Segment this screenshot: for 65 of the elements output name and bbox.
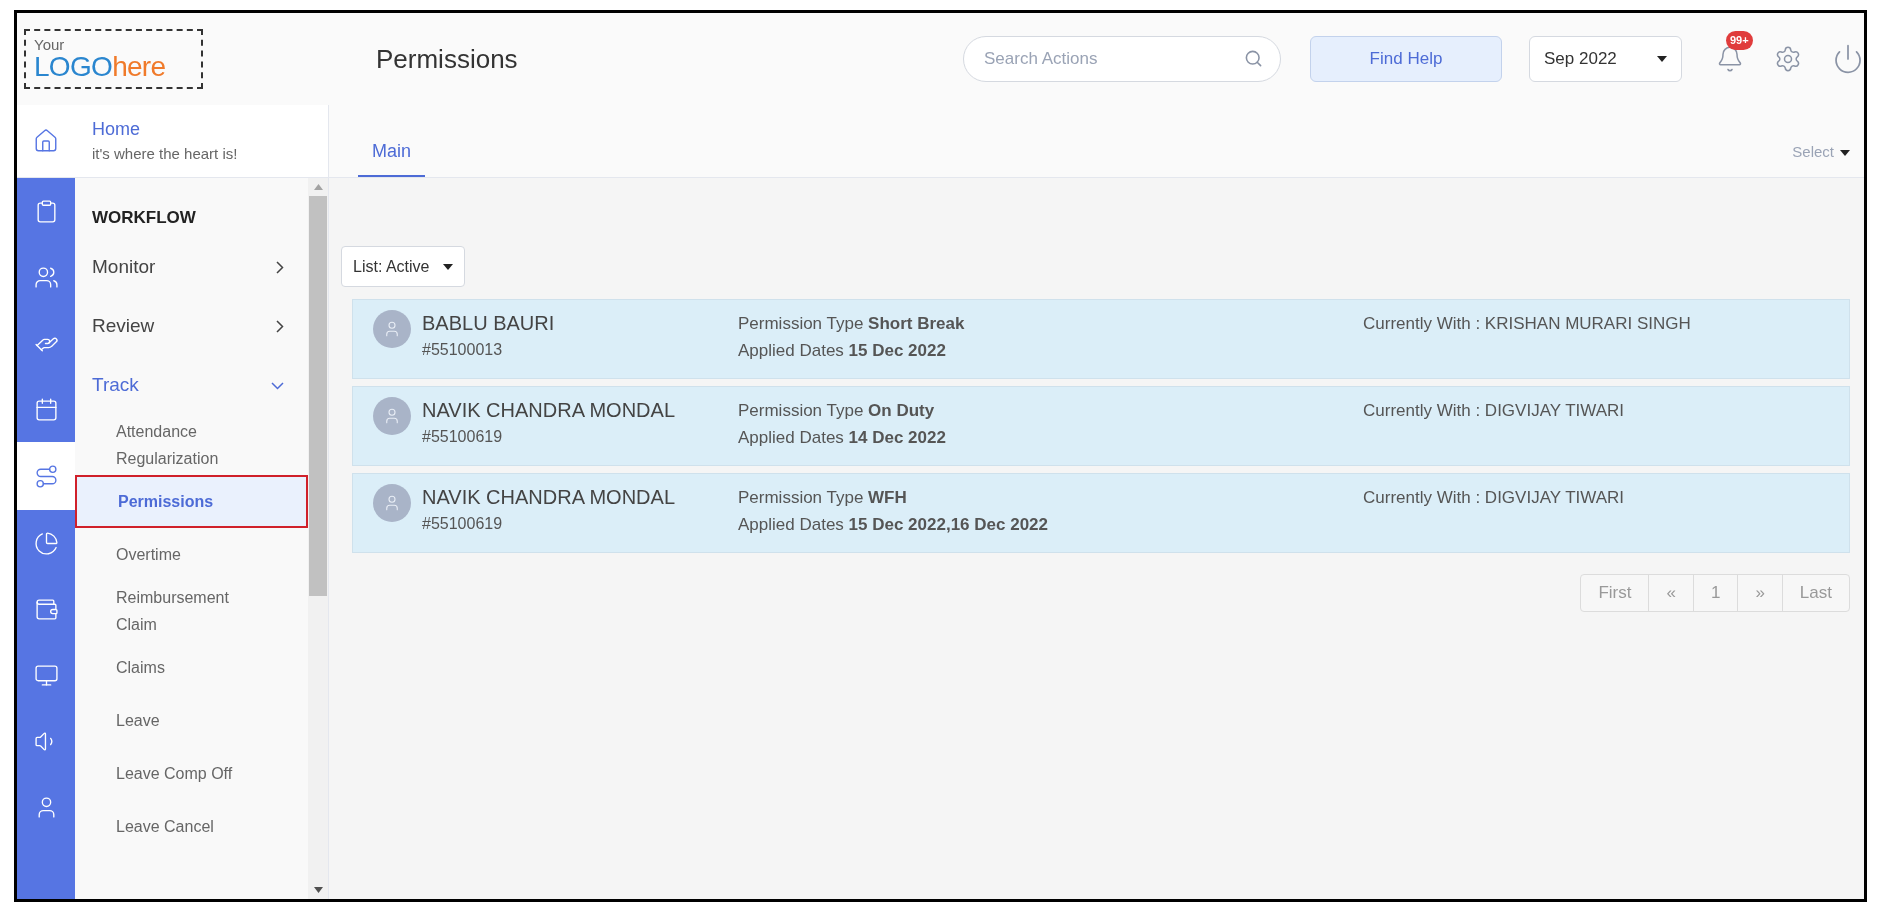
record-card[interactable]: NAVIK CHANDRA MONDAL #55100619 Permission Type WFH Applied Dates 15 Dec 2022,16 Dec 2022 Currently With : DIGVIJAY TIWARI bbox=[352, 473, 1850, 553]
notification-bell-icon[interactable] bbox=[1716, 45, 1744, 73]
applied-dates: Applied Dates 15 Dec 2022 bbox=[738, 340, 947, 362]
find-help-button[interactable]: Find Help bbox=[1310, 36, 1502, 82]
caret-icon bbox=[443, 263, 454, 270]
submenu-item[interactable]: Leave Comp Off bbox=[75, 747, 308, 800]
record-card[interactable]: BABLU BAURI #55100013 Permission Type Short Break Applied Dates 15 Dec 2022 Currently With : KRISHAN MURARI SINGH bbox=[352, 299, 1850, 379]
permission-type: Permission Type WFH bbox=[738, 487, 908, 509]
caret-icon bbox=[1657, 56, 1667, 62]
period-dropdown[interactable]: Sep 2022 bbox=[1529, 36, 1682, 82]
scroll-down-arrow-icon[interactable] bbox=[313, 887, 323, 893]
submenu-item[interactable]: Reimbursement Claim bbox=[75, 581, 308, 641]
submenu-item[interactable]: Claims bbox=[75, 641, 308, 694]
employee-name: NAVIK CHANDRA MONDAL bbox=[422, 398, 676, 423]
employee-id: #55100013 bbox=[422, 340, 504, 360]
submenu-item[interactable]: Attendance Regularization bbox=[75, 415, 308, 475]
search-field[interactable]: Search Actions bbox=[963, 36, 1281, 82]
chevron-right-icon bbox=[276, 261, 284, 274]
monitor-icon bbox=[33, 662, 59, 688]
home-subtitle: it's where the heart is! bbox=[92, 144, 238, 165]
home-link[interactable]: Home it's where the heart is! bbox=[17, 105, 328, 178]
search-icon[interactable] bbox=[1244, 49, 1263, 68]
scrollbar[interactable] bbox=[308, 178, 328, 899]
submenu-item[interactable]: Leave Cancel bbox=[75, 800, 308, 853]
currently-with: Currently With : KRISHAN MURARI SINGH bbox=[1363, 313, 1691, 335]
employee-name: NAVIK CHANDRA MONDAL bbox=[422, 485, 676, 510]
home-icon bbox=[33, 128, 59, 154]
power-icon[interactable] bbox=[1832, 43, 1864, 75]
currently-with: Currently With : DIGVIJAY TIWARI bbox=[1363, 487, 1625, 509]
submenu-item[interactable]: Overtime bbox=[75, 528, 308, 581]
caret-icon bbox=[1840, 149, 1850, 156]
avatar bbox=[373, 397, 411, 435]
employee-id: #55100619 bbox=[422, 514, 504, 534]
submenu-item[interactable]: Permissions bbox=[75, 475, 308, 528]
chevron-right-icon bbox=[276, 320, 284, 333]
page-title: Permissions bbox=[375, 42, 519, 76]
wallet-icon bbox=[33, 596, 59, 622]
avatar bbox=[373, 484, 411, 522]
chevron-down-icon bbox=[271, 381, 284, 390]
submenu-item[interactable]: Leave bbox=[75, 694, 308, 747]
users-icon bbox=[33, 264, 59, 290]
home-title: Home bbox=[92, 118, 141, 142]
avatar bbox=[373, 310, 411, 348]
record-card[interactable]: NAVIK CHANDRA MONDAL #55100619 Permission Type On Duty Applied Dates 14 Dec 2022 Currently With : DIGVIJAY TIWARI bbox=[352, 386, 1850, 466]
menu-item[interactable]: Track bbox=[75, 356, 308, 415]
employee-name: BABLU BAURI bbox=[422, 311, 556, 336]
settings-icon[interactable] bbox=[1774, 45, 1802, 73]
scroll-up-arrow-icon[interactable] bbox=[313, 184, 323, 190]
permission-type: Permission Type On Duty bbox=[738, 400, 936, 422]
pie-chart-icon bbox=[33, 530, 59, 556]
logo-text: Your bbox=[34, 36, 66, 52]
employee-id: #55100619 bbox=[422, 427, 504, 447]
permission-type: Permission Type Short Break bbox=[738, 313, 966, 335]
list-filter-dropdown[interactable]: List: Active bbox=[341, 246, 466, 287]
notification-badge: 99+ bbox=[1726, 31, 1753, 50]
currently-with: Currently With : DIGVIJAY TIWARI bbox=[1363, 400, 1625, 422]
applied-dates: Applied Dates 15 Dec 2022,16 Dec 2022 bbox=[738, 514, 1050, 536]
section-heading: WORKFLOW bbox=[91, 207, 197, 230]
menu-item[interactable]: Monitor bbox=[75, 238, 308, 297]
tab[interactable]: Main bbox=[358, 128, 425, 177]
logo-wordmark: LOGOhere bbox=[34, 51, 167, 82]
menu-item[interactable]: Review bbox=[75, 297, 308, 356]
calendar-icon bbox=[33, 396, 59, 422]
applied-dates: Applied Dates 14 Dec 2022 bbox=[738, 427, 947, 449]
route-icon bbox=[33, 463, 59, 489]
